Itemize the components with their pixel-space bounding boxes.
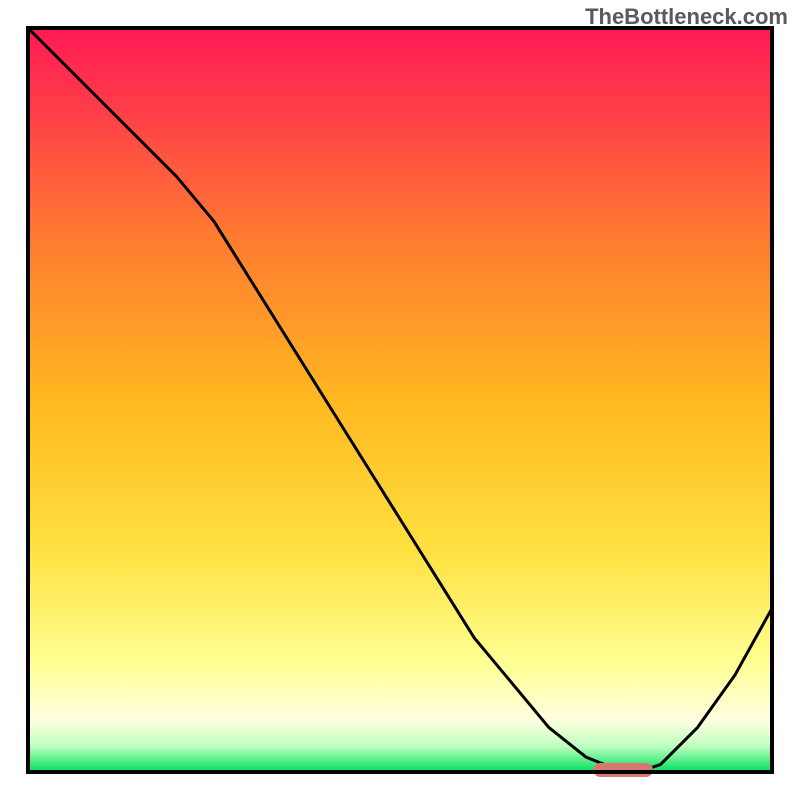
- watermark-text: TheBottleneck.com: [585, 4, 788, 30]
- chart-container: TheBottleneck.com: [0, 0, 800, 800]
- bottleneck-chart: [0, 0, 800, 800]
